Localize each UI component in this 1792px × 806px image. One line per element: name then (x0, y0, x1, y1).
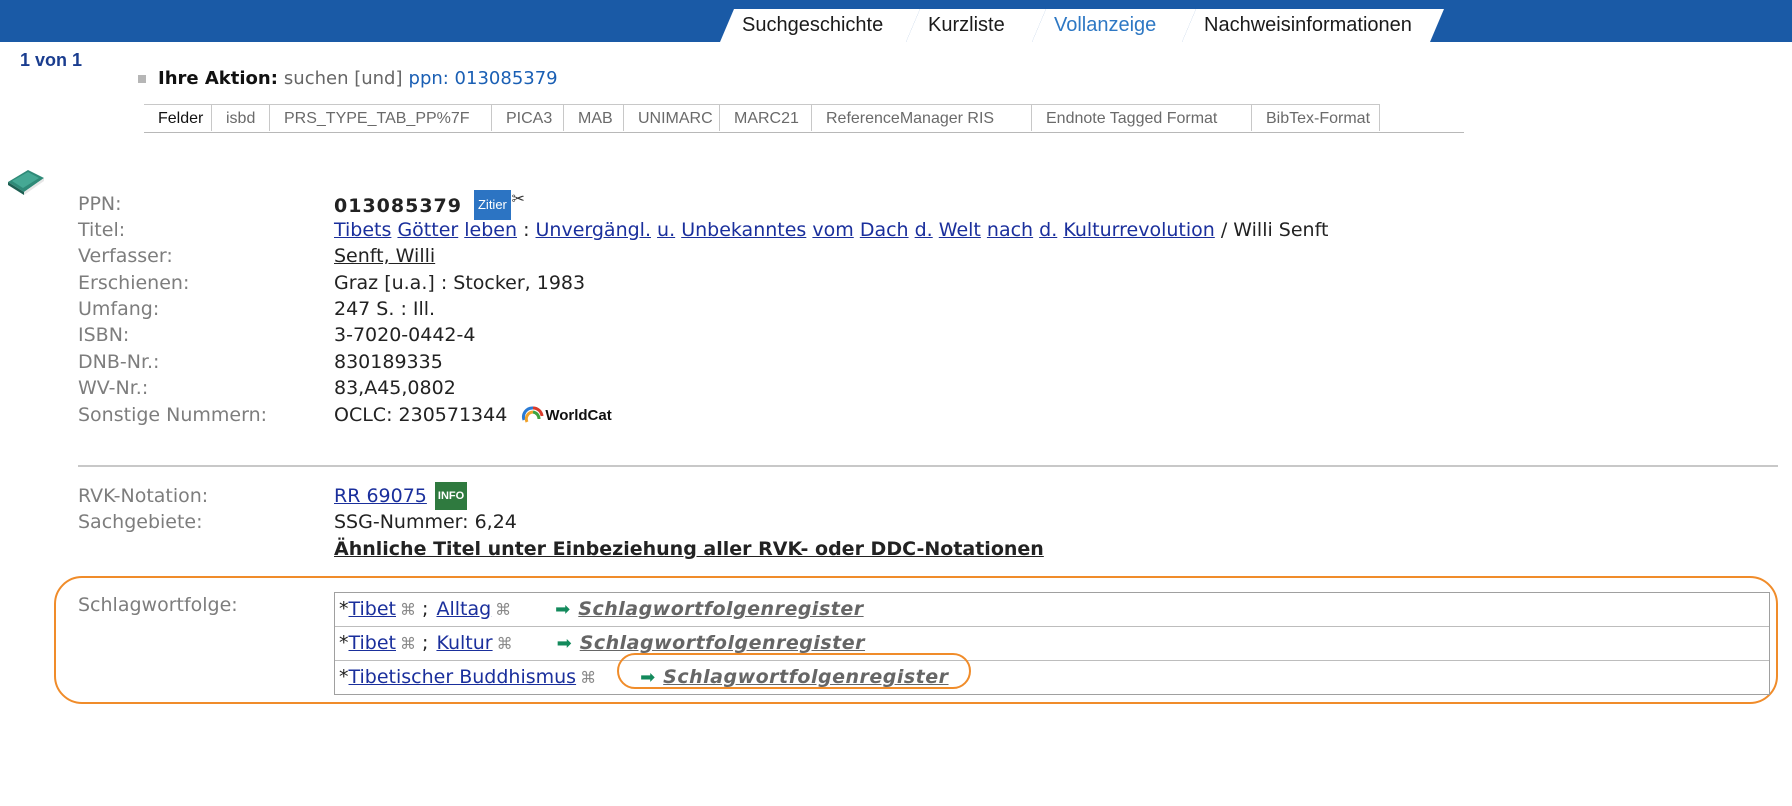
search-action: Ihre Aktion: suchen [und] ppn: 013085379 (138, 68, 558, 89)
title-word-link[interactable]: Kulturrevolution (1063, 219, 1214, 241)
info-badge[interactable]: INFO (434, 482, 468, 510)
worldcat-logo-icon (522, 406, 544, 423)
tab-kurzliste[interactable]: Kurzliste (906, 9, 1046, 42)
dnb-value: 830189335 (334, 351, 443, 373)
format-tab-reference-manager[interactable]: ReferenceManager RIS (812, 104, 1032, 131)
register-link[interactable]: Schlagwortfolgenregister (580, 632, 865, 654)
book-icon (8, 170, 44, 195)
action-query: ppn: 013085379 (408, 68, 558, 89)
other-numbers-value: OCLC: 230571344 WorldCat (334, 401, 612, 430)
title-word-link[interactable]: Tibets (334, 219, 391, 241)
schlagwort-table: *Tibet ⌘; Alltag ⌘ ➡ Schlagwortfolgenregiste… (334, 592, 1770, 695)
format-tab-mab[interactable]: MAB (564, 104, 624, 131)
subject-term-link[interactable]: Alltag (436, 598, 491, 620)
isbn-value: 3-7020-0442-4 (334, 324, 476, 346)
register-link[interactable]: Schlagwortfolgenregister (578, 598, 863, 620)
field-label: RVK-Notation: (78, 485, 209, 507)
format-tab-pica3[interactable]: PICA3 (492, 104, 564, 131)
field-label: Verfasser: (78, 245, 173, 267)
field-label: Sachgebiete: (78, 511, 203, 533)
format-tab-marc21[interactable]: MARC21 (720, 104, 812, 131)
action-label: Ihre Aktion: (158, 68, 278, 89)
title-word-link[interactable]: Götter (397, 219, 458, 241)
arrow-right-icon: ➡ (555, 599, 571, 620)
command-icon[interactable]: ⌘ (580, 668, 596, 687)
register-link-highlight-outline (617, 653, 971, 689)
format-tab-bibtex[interactable]: BibTex-Format (1252, 104, 1380, 131)
rvk-value: RR 69075 INFO (334, 482, 468, 510)
format-tab-endnote[interactable]: Endnote Tagged Format (1032, 104, 1252, 131)
tab-vollanzeige[interactable]: Vollanzeige (1032, 9, 1196, 42)
format-tab-felder[interactable]: Felder (144, 104, 212, 131)
field-label: DNB-Nr.: (78, 351, 160, 373)
section-divider (78, 465, 1778, 467)
published-value: Graz [u.a.] : Stocker, 1983 (334, 272, 586, 294)
title-word-link[interactable]: Welt (939, 219, 981, 241)
format-tabs: Felder isbd PRS_TYPE_TAB_PP%7F PICA3 MAB… (144, 104, 1464, 133)
title-word-link[interactable]: d. (1039, 219, 1057, 241)
schlagwort-label: Schlagwortfolge: (78, 594, 238, 616)
title-word-link[interactable]: Dach (860, 219, 909, 241)
worldcat-link[interactable]: WorldCat (521, 402, 612, 430)
clip-icon: ✂ (511, 191, 525, 208)
bullet-icon (138, 75, 146, 83)
tab-nachweisinformationen[interactable]: Nachweisinformationen (1182, 9, 1444, 42)
similar-titles-link[interactable]: Ähnliche Titel unter Einbeziehung aller … (334, 535, 1044, 563)
schlagwort-row: *Tibet ⌘; Kultur ⌘ ➡ Schlagwortfolgenregiste… (335, 627, 1769, 661)
format-tab-unimarc[interactable]: UNIMARC (624, 104, 720, 131)
schlagwort-row: *Tibet ⌘; Alltag ⌘ ➡ Schlagwortfolgenregiste… (335, 593, 1769, 627)
title-word-link[interactable]: nach (987, 219, 1033, 241)
title-word-link[interactable]: u. (657, 219, 675, 241)
field-label: Titel: (78, 219, 126, 241)
schlagwort-row: *Tibetischer Buddhismus ⌘ ➡ Schlagwortfolge… (339, 666, 949, 688)
subject-term-link[interactable]: Kultur (436, 632, 492, 654)
extent-value: 247 S. : Ill. (334, 298, 436, 320)
field-label: Sonstige Nummern: (78, 404, 268, 426)
title-word-link[interactable]: vom (812, 219, 853, 241)
author-link[interactable]: Senft, Willi (334, 242, 435, 270)
tab-suchgeschichte[interactable]: Suchgeschichte (720, 9, 920, 42)
field-label: Erschienen: (78, 272, 190, 294)
command-icon[interactable]: ⌘ (497, 634, 513, 653)
field-label: ISBN: (78, 324, 130, 346)
title-word-link[interactable]: Unvergängl. (536, 219, 651, 241)
command-icon[interactable]: ⌘ (495, 600, 511, 619)
command-icon[interactable]: ⌘ (400, 634, 416, 653)
format-tab-isbd[interactable]: isbd (212, 104, 270, 131)
title-word-link[interactable]: d. (915, 219, 933, 241)
format-tab-prs[interactable]: PRS_TYPE_TAB_PP%7F (270, 104, 492, 131)
subject-term-link[interactable]: Tibet (349, 632, 397, 654)
field-label: PPN: (78, 193, 122, 215)
title-value: Tibets Götter leben : Unvergängl. u. Unb… (334, 219, 1329, 241)
title-word-link[interactable]: Unbekanntes (681, 219, 806, 241)
wv-value: 83,A45,0802 (334, 377, 456, 399)
result-pager: 1 von 1 (20, 50, 83, 70)
title-word-link[interactable]: leben (464, 219, 517, 241)
field-label: Umfang: (78, 298, 160, 320)
sachgebiete-value: SSG-Nummer: 6,24 (334, 511, 517, 533)
action-verb: suchen [und] (283, 68, 403, 89)
subject-term-link[interactable]: Tibetischer Buddhismus (349, 666, 577, 688)
subject-term-link[interactable]: Tibet (349, 598, 397, 620)
command-icon[interactable]: ⌘ (400, 600, 416, 619)
rvk-link[interactable]: RR 69075 (334, 485, 427, 507)
field-label: WV-Nr.: (78, 377, 149, 399)
arrow-right-icon: ➡ (556, 633, 572, 654)
